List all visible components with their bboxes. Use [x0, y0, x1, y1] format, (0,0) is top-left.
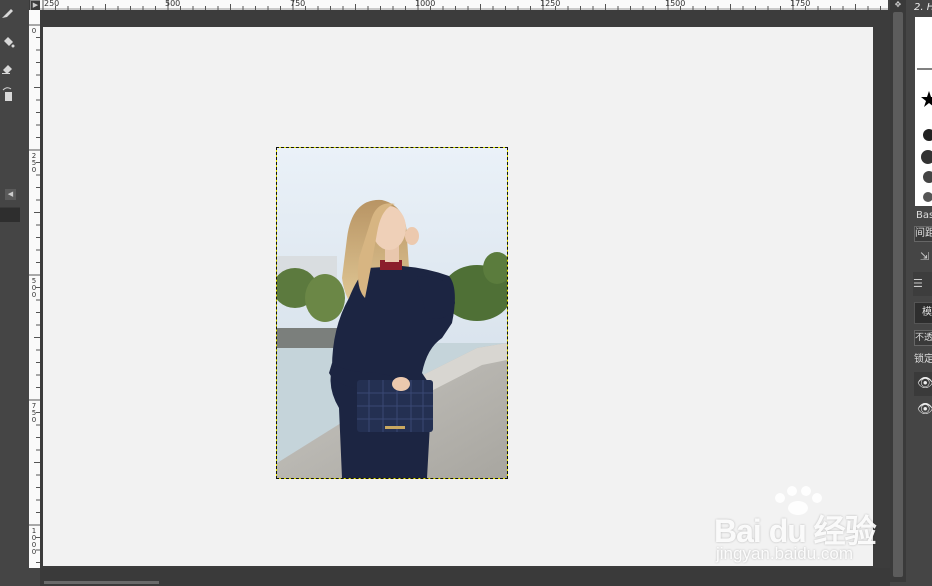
lock-label: 锁定: [914, 354, 932, 365]
tool-options-field[interactable]: [0, 207, 20, 222]
brush-title: 2. H: [914, 2, 932, 13]
toolbox: ◀: [0, 0, 22, 586]
v-ruler-label-1000: 1000: [31, 527, 37, 556]
vertical-ruler[interactable]: 0 250 500 750 1000: [29, 10, 40, 568]
layer-row[interactable]: 👁: [914, 372, 932, 396]
watermark: Bai du 经验 jingyan.baidu.com: [712, 484, 882, 570]
h-ruler-label-250: 250: [44, 0, 60, 8]
watermark-url: jingyan.baidu.com: [716, 544, 854, 563]
brush-previews: [917, 68, 932, 202]
edit-brush-icon[interactable]: ⇲: [920, 250, 929, 263]
layers-tab[interactable]: ☰: [913, 272, 932, 296]
brush-grid[interactable]: [915, 17, 932, 206]
v-ruler-label-500: 500: [31, 277, 37, 299]
h-ruler-label-1500: 1500: [665, 0, 686, 8]
layer-mode-select[interactable]: 模: [914, 302, 932, 324]
eye-icon[interactable]: 👁: [917, 376, 932, 391]
h-ruler-label-500: 500: [165, 0, 181, 8]
eraser-icon[interactable]: [0, 61, 16, 77]
collapse-arrow-icon[interactable]: ◀: [5, 189, 16, 200]
navigate-icon[interactable]: ✥: [890, 0, 906, 10]
layers-icon: ☰: [913, 277, 923, 290]
v-ruler-label-750: 750: [31, 402, 37, 424]
brush-name: Bas: [916, 210, 932, 221]
image-layer[interactable]: [276, 147, 508, 479]
photo-woman-by-river: [277, 148, 507, 478]
brush-spacing-field[interactable]: 间距: [914, 226, 932, 242]
eye-icon[interactable]: 👁: [917, 402, 932, 417]
layer-row[interactable]: 👁: [914, 398, 932, 422]
bucket-fill-icon[interactable]: [0, 35, 16, 51]
h-ruler-label-1750: 1750: [790, 0, 811, 8]
horizontal-scrollbar[interactable]: [40, 568, 890, 586]
h-ruler-label-750: 750: [290, 0, 306, 8]
horizontal-scroll-thumb[interactable]: [44, 581, 159, 584]
ruler-corner[interactable]: ▶: [29, 0, 41, 11]
h-ruler-label-1000: 1000: [415, 0, 436, 8]
h-ruler-label-1250: 1250: [540, 0, 561, 8]
v-ruler-label-250: 250: [31, 152, 37, 174]
vertical-scrollbar[interactable]: [890, 10, 906, 582]
vertical-scroll-thumb[interactable]: [893, 12, 903, 577]
v-ruler-label-0: 0: [31, 27, 37, 35]
airbrush-icon[interactable]: [0, 86, 16, 102]
right-dock: 2. H Bas 间距 ⇲ ☰ 模 不透 锁定 👁 👁: [906, 0, 932, 586]
pencil-icon[interactable]: [0, 6, 16, 22]
horizontal-ruler[interactable]: 250 500 750 1000 1250 1500 1750: [40, 0, 888, 10]
opacity-field[interactable]: 不透: [914, 330, 932, 346]
